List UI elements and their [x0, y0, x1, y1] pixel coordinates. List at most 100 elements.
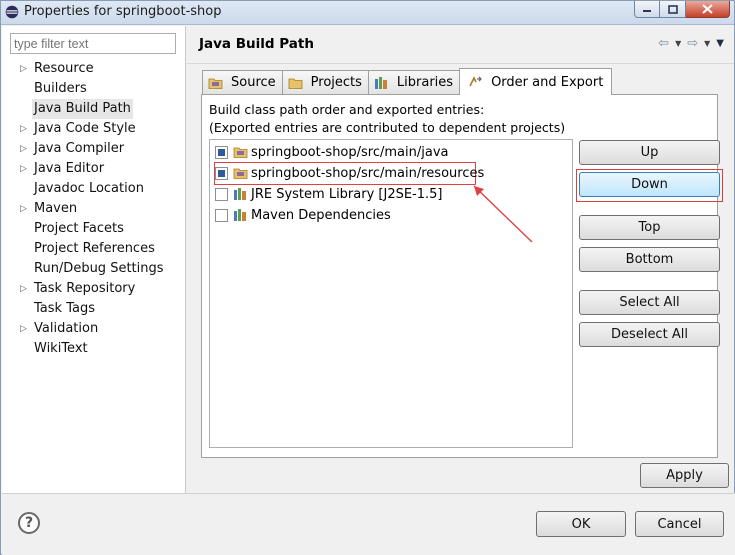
- dropdown-icon[interactable]: ▼: [704, 39, 710, 51]
- bottom-button[interactable]: Bottom: [579, 247, 720, 272]
- page-navigation: ⇦ ▼ ⇨ ▼ ▼: [658, 36, 724, 51]
- sidebar-item-label: Run/Debug Settings: [34, 261, 164, 276]
- project-folder-icon: [288, 78, 303, 89]
- sidebar-item-label: Task Tags: [34, 301, 95, 316]
- description-line: (Exported entries are contributed to dep…: [209, 120, 566, 135]
- up-button[interactable]: Up: [579, 140, 720, 165]
- tab-label: Projects: [310, 75, 362, 90]
- sidebar-item-project-facets[interactable]: Project Facets: [2, 219, 186, 239]
- panel-description: Build class path order and exported entr…: [209, 101, 565, 137]
- entry-label: springboot-shop/src/main/java: [251, 144, 449, 160]
- minimize-button[interactable]: [634, 1, 660, 18]
- ok-button[interactable]: OK: [536, 511, 626, 537]
- sidebar-item-java-code-style[interactable]: ▷ Java Code Style: [2, 119, 186, 139]
- sidebar-item-resource[interactable]: ▷ Resource: [2, 59, 186, 79]
- entry-label: JRE System Library [J2SE-1.5]: [251, 186, 443, 202]
- down-button[interactable]: Down: [579, 172, 720, 197]
- export-checkbox[interactable]: [215, 145, 228, 159]
- maximize-button[interactable]: [660, 1, 686, 18]
- expand-arrow-icon[interactable]: ▷: [20, 319, 30, 339]
- export-checkbox[interactable]: [215, 166, 228, 180]
- sidebar-item-label: Project Facets: [34, 221, 124, 236]
- sidebar: ▷ Resource Builders Java Build Path ▷ Java…: [2, 26, 186, 493]
- sidebar-item-label: Builders: [34, 81, 87, 96]
- library-icon: [234, 188, 246, 200]
- source-folder-icon: [233, 147, 248, 158]
- minimize-icon: [643, 10, 651, 12]
- tab-projects[interactable]: Projects: [281, 70, 369, 94]
- expand-arrow-icon[interactable]: ▷: [20, 199, 30, 219]
- dialog-footer: ? OK Cancel: [2, 493, 735, 555]
- sidebar-item-maven[interactable]: ▷ Maven: [2, 199, 186, 219]
- dropdown-icon[interactable]: ▼: [675, 39, 681, 51]
- help-icon[interactable]: ?: [18, 512, 40, 534]
- menu-icon[interactable]: ▼: [716, 38, 724, 51]
- tab-label: Order and Export: [491, 74, 604, 90]
- sidebar-item-wikitext[interactable]: WikiText: [2, 339, 186, 359]
- expand-arrow-icon[interactable]: ▷: [20, 279, 30, 299]
- sidebar-item-task-repository[interactable]: ▷ Task Repository: [2, 279, 186, 299]
- sidebar-item-run-debug-settings[interactable]: Run/Debug Settings: [2, 259, 186, 279]
- back-arrow-icon[interactable]: ⇦: [658, 36, 669, 51]
- tab-label: Libraries: [396, 75, 454, 90]
- deselect-all-button[interactable]: Deselect All: [579, 322, 720, 347]
- sidebar-item-label: Maven: [34, 201, 78, 216]
- maximize-icon: [667, 4, 678, 14]
- description-line: Build class path order and exported entr…: [209, 102, 485, 117]
- select-all-button[interactable]: Select All: [579, 290, 720, 315]
- sidebar-item-label: Task Repository: [34, 281, 136, 296]
- entry-label: springboot-shop/src/main/resources: [251, 165, 485, 181]
- close-button[interactable]: [686, 1, 730, 18]
- forward-arrow-icon[interactable]: ⇨: [687, 36, 698, 51]
- cancel-button[interactable]: Cancel: [635, 511, 724, 537]
- filter-input[interactable]: [10, 33, 176, 54]
- list-item[interactable]: springboot-shop/src/main/resources: [215, 163, 484, 183]
- properties-dialog: Properties for springboot-shop ▷ Resource…: [0, 0, 735, 555]
- page-title: Java Build Path: [199, 36, 314, 52]
- sidebar-item-builders[interactable]: Builders: [2, 79, 186, 99]
- export-checkbox[interactable]: [215, 208, 228, 222]
- sidebar-item-label: Java Editor: [34, 161, 105, 176]
- sidebar-item-label: Project References: [34, 241, 155, 256]
- tab-order-and-export[interactable]: Order and Export: [459, 68, 613, 95]
- list-item[interactable]: Maven Dependencies: [215, 205, 391, 225]
- sidebar-item-label: Resource: [34, 61, 94, 76]
- sidebar-item-project-references[interactable]: Project References: [2, 239, 186, 259]
- apply-button[interactable]: Apply: [640, 463, 729, 488]
- sidebar-item-java-compiler[interactable]: ▷ Java Compiler: [2, 139, 186, 159]
- top-button[interactable]: Top: [579, 215, 720, 240]
- library-icon: [234, 209, 246, 221]
- sidebar-item-label: Javadoc Location: [34, 181, 144, 196]
- list-item[interactable]: springboot-shop/src/main/java: [215, 142, 448, 162]
- sidebar-item-label: WikiText: [34, 341, 88, 356]
- expand-arrow-icon[interactable]: ▷: [20, 139, 30, 159]
- close-icon: [702, 4, 713, 14]
- classpath-entries-list[interactable]: springboot-shop/src/main/java springboot…: [209, 139, 573, 448]
- export-checkbox[interactable]: [215, 187, 228, 201]
- sidebar-item-javadoc-location[interactable]: Javadoc Location: [2, 179, 186, 199]
- window-controls: [634, 1, 730, 19]
- eclipse-icon: [5, 5, 19, 19]
- tab-bar: Source Projects Libraries Order and Expo…: [202, 68, 613, 95]
- expand-arrow-icon[interactable]: ▷: [20, 119, 30, 139]
- sidebar-item-label: Validation: [34, 321, 99, 336]
- entry-label: Maven Dependencies: [251, 207, 391, 223]
- sidebar-item-label: Java Build Path: [32, 99, 133, 119]
- sidebar-item-java-editor[interactable]: ▷ Java Editor: [2, 159, 186, 179]
- expand-arrow-icon[interactable]: ▷: [20, 59, 30, 79]
- sidebar-item-java-build-path[interactable]: Java Build Path: [2, 99, 186, 119]
- main-panel: Java Build Path ⇦ ▼ ⇨ ▼ ▼ Source Project…: [187, 26, 734, 493]
- title-bar: Properties for springboot-shop: [1, 1, 734, 25]
- expand-arrow-icon[interactable]: ▷: [20, 159, 30, 179]
- tab-libraries[interactable]: Libraries: [367, 70, 461, 94]
- sidebar-item-label: Java Code Style: [34, 121, 136, 136]
- tab-label: Source: [231, 75, 276, 90]
- red-arrow-annotation: [473, 185, 533, 243]
- sidebar-item-validation[interactable]: ▷ Validation: [2, 319, 186, 339]
- list-item[interactable]: JRE System Library [J2SE-1.5]: [215, 184, 443, 204]
- tab-source[interactable]: Source: [202, 70, 283, 94]
- order-export-icon: [469, 76, 482, 87]
- library-icon: [374, 76, 387, 89]
- sidebar-item-task-tags[interactable]: Task Tags: [2, 299, 186, 319]
- divider: [187, 63, 734, 64]
